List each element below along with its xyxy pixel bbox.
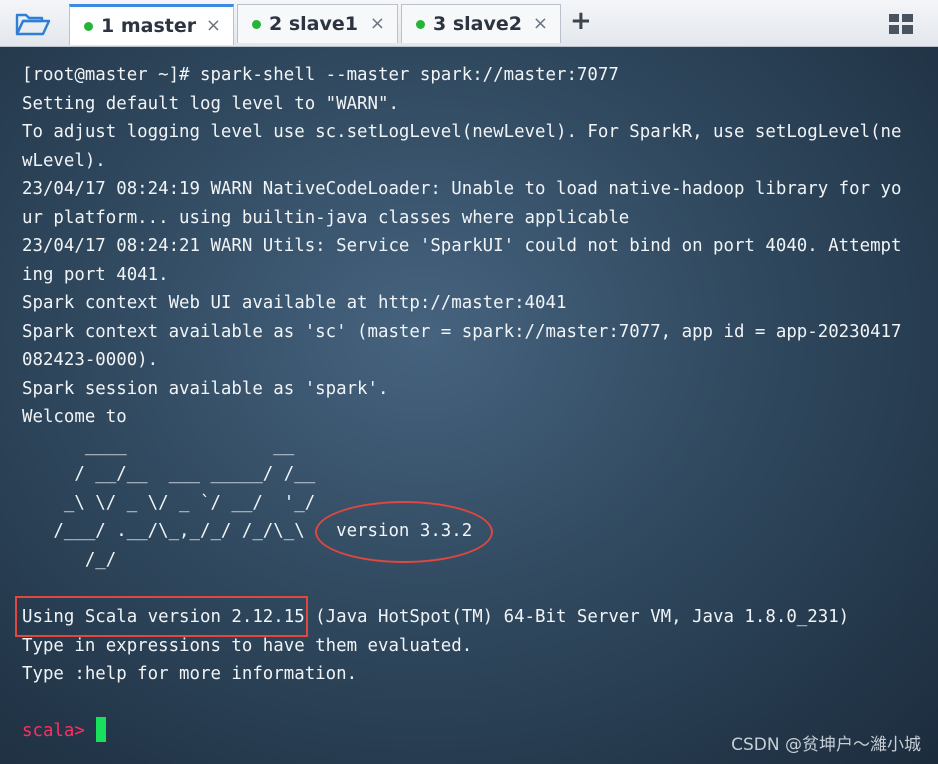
terminal-line: 23/04/17 08:24:21 WARN Utils: Service 'S… bbox=[22, 236, 902, 256]
tab-slave1[interactable]: 2 slave1 × bbox=[237, 4, 398, 43]
scala-version-highlight-box bbox=[15, 596, 308, 637]
spark-logo-line: ____ __ bbox=[22, 436, 295, 456]
terminal-line: Type :help for more information. bbox=[22, 664, 358, 684]
tab-bar: 1 master × 2 slave1 × 3 slave2 × + bbox=[0, 0, 938, 47]
terminal-app-window: 1 master × 2 slave1 × 3 slave2 × + [root… bbox=[0, 0, 938, 764]
connected-status-icon bbox=[252, 19, 261, 29]
connected-status-icon bbox=[416, 19, 425, 29]
terminal-line: To adjust logging level use sc.setLogLev… bbox=[22, 122, 902, 142]
terminal-line: Type in expressions to have them evaluat… bbox=[22, 636, 473, 656]
terminal-line: 23/04/17 08:24:19 WARN NativeCodeLoader:… bbox=[22, 179, 902, 199]
close-icon[interactable]: × bbox=[370, 13, 385, 34]
text-cursor bbox=[96, 717, 106, 742]
tab-label: 3 slave2 bbox=[433, 13, 522, 35]
version-highlight-oval bbox=[315, 501, 493, 563]
terminal-line: ur platform... using builtin-java classe… bbox=[22, 208, 630, 228]
terminal-line: wLevel). bbox=[22, 151, 106, 171]
connected-status-icon bbox=[84, 21, 93, 31]
terminal-line: ing port 4041. bbox=[22, 265, 169, 285]
tab-label: 1 master bbox=[101, 15, 197, 37]
folder-open-icon[interactable] bbox=[14, 10, 52, 38]
spark-logo-line: /_/ bbox=[22, 550, 117, 570]
terminal-line: 082423-0000). bbox=[22, 350, 159, 370]
terminal-line: Spark context Web UI available at http:/… bbox=[22, 293, 567, 313]
terminal-line: Setting default log level to "WARN". bbox=[22, 94, 399, 114]
add-tab-button[interactable]: + bbox=[570, 6, 592, 36]
terminal-line: Spark context available as 'sc' (master … bbox=[22, 322, 902, 342]
tab-slave2[interactable]: 3 slave2 × bbox=[401, 4, 561, 43]
terminal-output[interactable]: [root@master ~]# spark-shell --master sp… bbox=[0, 47, 938, 764]
watermark: CSDN @贫坤户～濰小城 bbox=[731, 735, 921, 755]
spark-logo-line: / __/__ ___ _____/ /__ bbox=[22, 464, 316, 484]
terminal-line: Welcome to bbox=[22, 407, 127, 427]
close-icon[interactable]: × bbox=[533, 13, 548, 34]
spark-logo-line: _\ \/ _ \/ _ `/ __/ '_/ bbox=[22, 493, 316, 513]
tab-label: 2 slave1 bbox=[269, 13, 358, 35]
scala-prompt: scala> bbox=[22, 721, 85, 741]
terminal-line: Spark session available as 'spark'. bbox=[22, 379, 389, 399]
terminal-line: [root@master ~]# spark-shell --master sp… bbox=[22, 65, 619, 85]
tab-master[interactable]: 1 master × bbox=[69, 4, 234, 45]
grid-layout-icon[interactable] bbox=[889, 14, 913, 34]
close-icon[interactable]: × bbox=[206, 15, 221, 36]
